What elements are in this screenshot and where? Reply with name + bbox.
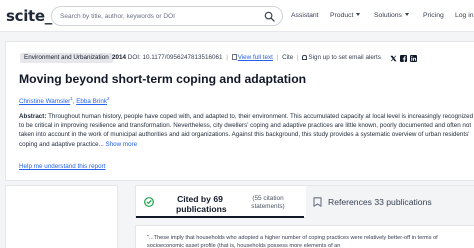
publication-year: 2014 bbox=[112, 54, 127, 61]
paper-card: Environment and Urbanization 2014 DOI: 1… bbox=[5, 41, 474, 181]
tab-references[interactable]: References 33 publications bbox=[306, 186, 474, 218]
search-input[interactable] bbox=[60, 9, 250, 24]
paper-title: Moving beyond short-term coping and adap… bbox=[19, 72, 307, 86]
citation-bubble-icon bbox=[144, 197, 154, 207]
help-understand-report-link[interactable]: Help me understand this report bbox=[19, 162, 105, 171]
bell-icon bbox=[302, 55, 308, 60]
chevron-down-icon bbox=[356, 13, 361, 16]
view-full-text-link[interactable]: View full text bbox=[238, 54, 273, 61]
twitter-icon[interactable] bbox=[390, 55, 397, 62]
doi[interactable]: DOI: 10.1177/0956247813516061 bbox=[128, 54, 223, 61]
linkedin-icon[interactable] bbox=[410, 55, 417, 62]
cite-button[interactable]: Cite bbox=[282, 54, 293, 61]
paper-meta: 2014 DOI: 10.1177/0956247813516061 | Vie… bbox=[112, 53, 381, 63]
author-link[interactable]: Christine Wamsler bbox=[19, 98, 70, 105]
author-link[interactable]: Ebba Brink bbox=[76, 98, 107, 105]
author-affiliation: 2 bbox=[107, 96, 110, 101]
divider: | bbox=[297, 54, 299, 61]
show-more-link[interactable]: Show more bbox=[106, 141, 138, 148]
abstract-text: Throughout human history, people have co… bbox=[19, 113, 474, 148]
side-panel bbox=[5, 185, 118, 248]
references-count: References 33 publications bbox=[328, 197, 432, 207]
nav-solutions-label: Solutions bbox=[374, 12, 402, 19]
nav-login[interactable]: Log in bbox=[455, 11, 474, 20]
search-box[interactable] bbox=[51, 6, 283, 26]
scite-logo[interactable]: scite_ bbox=[6, 8, 52, 24]
citation-quote: "...These imply that households who adop… bbox=[147, 235, 438, 248]
chevron-down-icon bbox=[404, 13, 409, 16]
nav-assistant[interactable]: Assistant bbox=[291, 11, 319, 20]
abstract-label: Abstract: bbox=[19, 113, 47, 120]
citation-statement-card: "...These imply that households who adop… bbox=[135, 225, 474, 248]
citation-statements-count: (55 citation statements) bbox=[251, 195, 285, 210]
nav-product-label: Product bbox=[330, 12, 354, 19]
tab-cited-by[interactable]: Cited by 69 publications (55 citation st… bbox=[136, 186, 304, 218]
document-icon bbox=[231, 54, 237, 60]
category-chip[interactable]: Environment and Urbanization bbox=[20, 53, 113, 63]
facebook-icon[interactable] bbox=[400, 55, 407, 62]
divider: | bbox=[226, 54, 228, 61]
nav-solutions[interactable]: Solutions bbox=[374, 11, 409, 20]
top-navigation-bar: scite_ Assistant Product Solutions Prici… bbox=[0, 0, 474, 32]
citation-tabs: Cited by 69 publications (55 citation st… bbox=[135, 185, 474, 218]
nav-pricing[interactable]: Pricing bbox=[423, 11, 444, 20]
signup-alerts-link[interactable]: Sign up to set email alerts bbox=[308, 54, 380, 61]
search-icon[interactable] bbox=[264, 11, 275, 22]
divider: | bbox=[276, 54, 279, 61]
author-list: Christine Wamsler1, Ebba Brink2 bbox=[19, 96, 110, 106]
cited-by-count: Cited by 69 publications bbox=[176, 194, 227, 214]
references-icon bbox=[313, 197, 322, 207]
abstract: Abstract: Throughout human history, peop… bbox=[19, 112, 474, 149]
nav-product[interactable]: Product bbox=[330, 11, 361, 20]
